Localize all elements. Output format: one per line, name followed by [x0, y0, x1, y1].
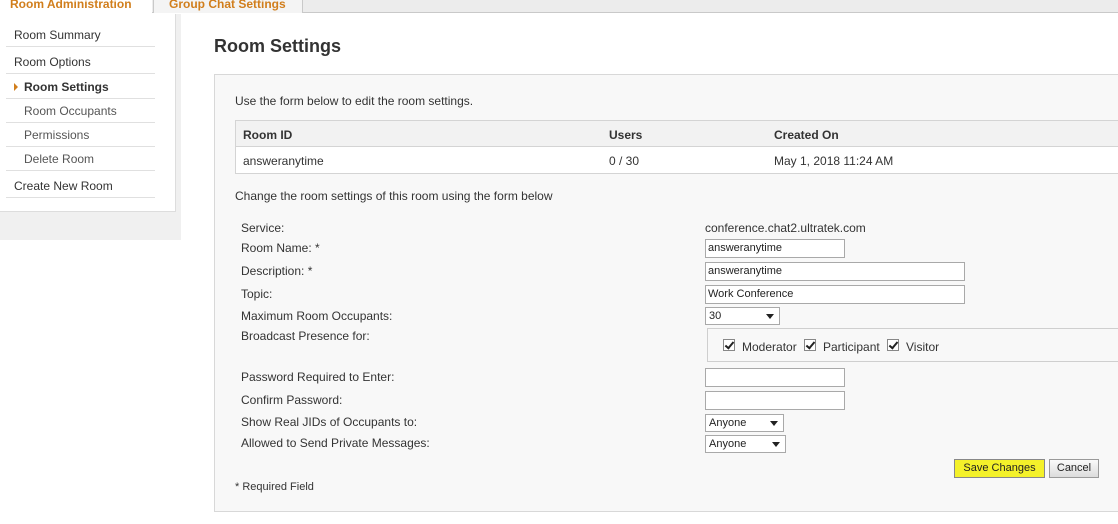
change-note: Change the room settings of this room us…: [235, 189, 553, 203]
tab-group-chat-settings[interactable]: Group Chat Settings: [153, 0, 303, 13]
visitor-label: Visitor: [906, 340, 940, 354]
room-name-input[interactable]: answeranytime: [705, 239, 845, 258]
top-tab-bar: Room Administration Group Chat Settings: [0, 0, 1118, 13]
confirm-password-label: Confirm Password:: [241, 393, 343, 407]
sidebar-item-room-settings[interactable]: Room Settings: [6, 75, 155, 99]
moderator-checkbox[interactable]: [723, 339, 735, 351]
private-messages-label: Allowed to Send Private Messages:: [241, 436, 430, 450]
sidebar-item-label: Room Settings: [24, 80, 109, 94]
max-occupants-select[interactable]: 30: [705, 307, 780, 325]
sidebar-item-room-occupants[interactable]: Room Occupants: [6, 99, 155, 123]
sidebar: Room Summary Room Options Room Settings …: [0, 14, 181, 240]
chevron-down-icon: [770, 421, 778, 426]
topic-label: Topic:: [241, 287, 273, 301]
real-jids-select[interactable]: Anyone: [705, 414, 784, 432]
confirm-password-input[interactable]: [705, 391, 845, 410]
chevron-down-icon: [772, 442, 780, 447]
real-jids-value: Anyone: [709, 417, 747, 429]
sidebar-item-create-new-room[interactable]: Create New Room: [6, 174, 155, 198]
cell-users: 0 / 30: [609, 154, 640, 168]
private-messages-select[interactable]: Anyone: [705, 435, 786, 453]
chevron-down-icon: [766, 314, 774, 319]
description-label: Description: *: [241, 264, 313, 278]
sidebar-item-permissions[interactable]: Permissions: [6, 123, 155, 147]
col-header-users: Users: [609, 128, 643, 142]
save-changes-button[interactable]: Save Changes: [954, 459, 1045, 478]
visitor-checkbox[interactable]: [887, 339, 899, 351]
moderator-label: Moderator: [742, 340, 797, 354]
service-label: Service:: [241, 221, 285, 235]
table-header: [236, 121, 1118, 147]
password-input[interactable]: [705, 368, 845, 387]
topic-input[interactable]: Work Conference: [705, 285, 965, 304]
max-occupants-value: 30: [709, 310, 722, 322]
col-header-created-on: Created On: [774, 128, 839, 142]
cell-room-id: answeranytime: [243, 154, 324, 168]
col-header-room-id: Room ID: [243, 128, 293, 142]
broadcast-presence-label: Broadcast Presence for:: [241, 329, 370, 343]
sidebar-item-room-summary[interactable]: Room Summary: [6, 23, 155, 47]
cancel-button[interactable]: Cancel: [1049, 459, 1099, 478]
description-input[interactable]: answeranytime: [705, 262, 965, 281]
active-arrow-icon: [14, 83, 18, 91]
participant-checkbox[interactable]: [804, 339, 816, 351]
tab-room-administration[interactable]: Room Administration: [0, 0, 152, 13]
max-occupants-label: Maximum Room Occupants:: [241, 309, 393, 323]
service-value: conference.chat2.ultratek.com: [705, 221, 866, 235]
password-label: Password Required to Enter:: [241, 370, 395, 384]
private-messages-value: Anyone: [709, 438, 747, 450]
participant-label: Participant: [823, 340, 880, 354]
room-info-table: Room ID Users Created On answeranytime 0…: [235, 120, 1118, 174]
sidebar-menu: Room Summary Room Options Room Settings …: [0, 14, 176, 212]
required-field-note: * Required Field: [235, 481, 314, 493]
sidebar-item-room-options[interactable]: Room Options: [6, 50, 155, 74]
broadcast-presence-group: Moderator Participant Visitor: [707, 328, 1118, 362]
sidebar-item-delete-room[interactable]: Delete Room: [6, 147, 155, 171]
page-title: Room Settings: [214, 36, 342, 56]
room-name-label: Room Name: *: [241, 241, 320, 255]
cell-created-on: May 1, 2018 11:24 AM: [774, 154, 894, 168]
real-jids-label: Show Real JIDs of Occupants to:: [241, 415, 418, 429]
intro-text: Use the form below to edit the room sett…: [235, 94, 474, 108]
